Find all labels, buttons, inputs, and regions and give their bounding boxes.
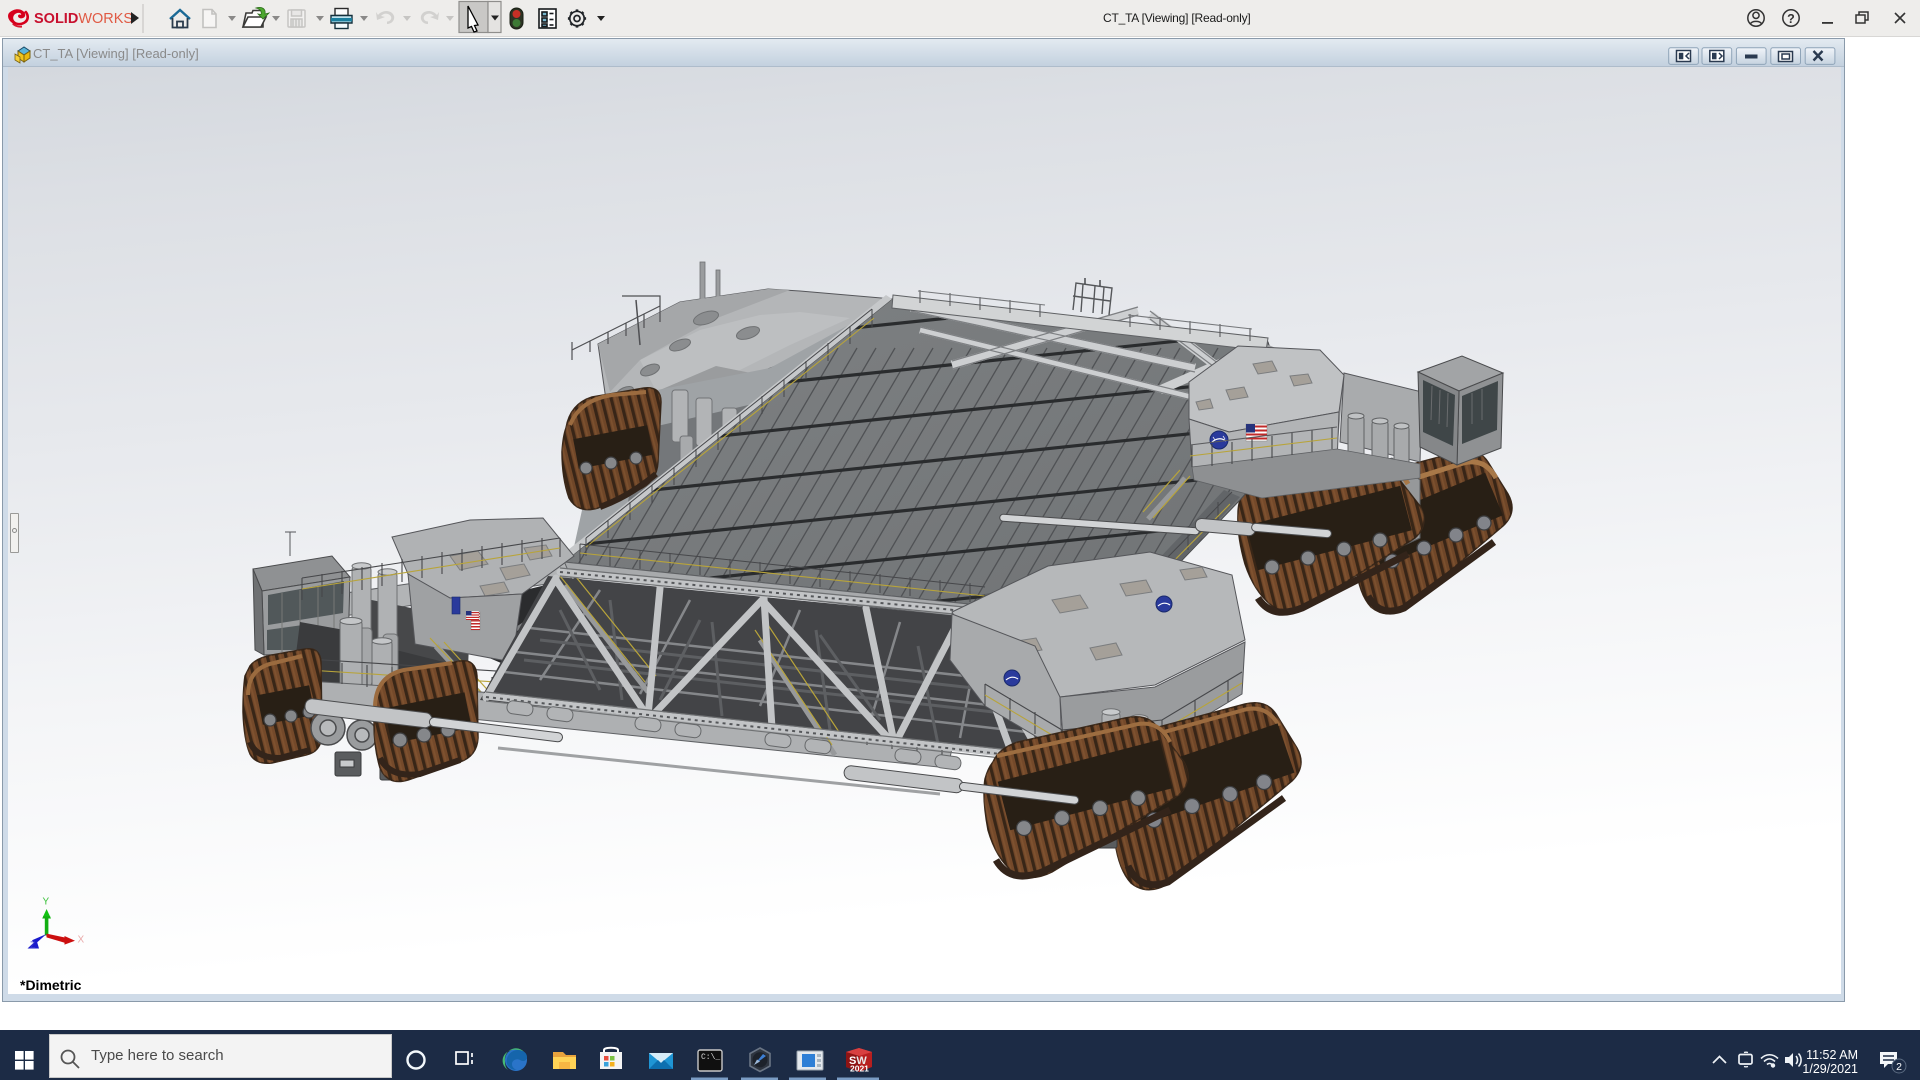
svg-text:Z: Z [30,940,36,950]
svg-text:SOLIDWORKS: SOLIDWORKS [34,11,133,27]
svg-text:C:\_: C:\_ [701,1053,720,1062]
svg-text:2: 2 [1896,1061,1902,1073]
svg-text:2021: 2021 [850,1064,869,1074]
svg-text:1/29/2021: 1/29/2021 [1802,1062,1858,1076]
svg-text:11:52 AM: 11:52 AM [1806,1048,1858,1062]
svg-text:Y: Y [43,897,50,908]
svg-text:X: X [78,935,85,946]
svg-text:?: ? [1787,12,1795,26]
